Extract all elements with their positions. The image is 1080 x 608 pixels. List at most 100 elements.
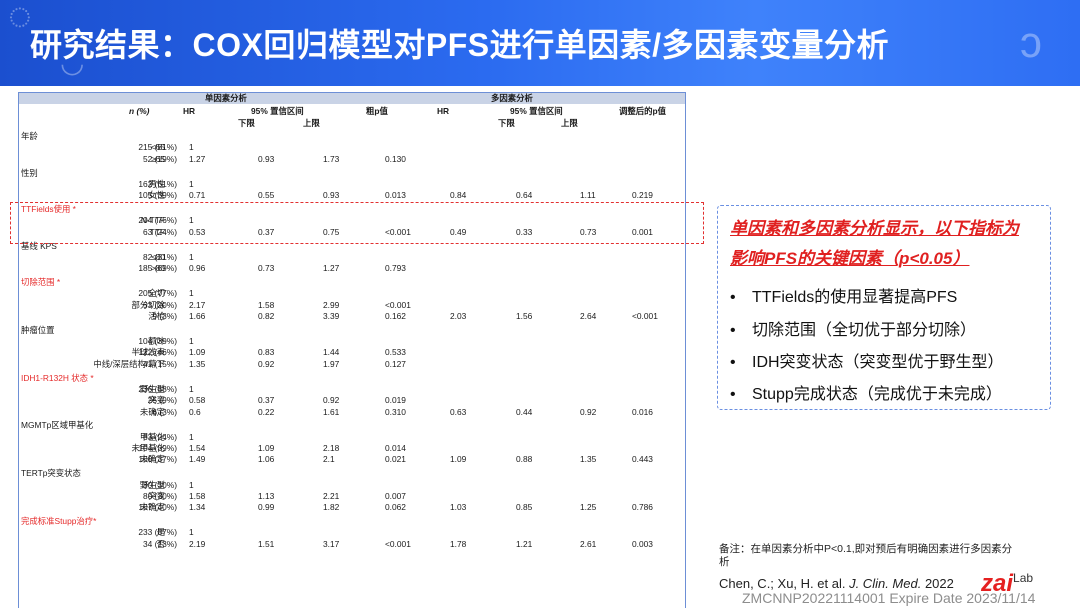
cell-up2: 1.25: [580, 502, 597, 513]
col-lower-header: 下限: [238, 118, 255, 128]
cell-lo1: 0.55: [258, 190, 275, 201]
cell-hr2: 1.09: [450, 454, 467, 465]
cell-p2: 0.219: [632, 190, 653, 201]
bullet-dot-icon: •: [730, 322, 736, 339]
ttfields-highlight-box: [10, 202, 704, 244]
cell-hr1: 1: [189, 479, 194, 490]
cell-n: 34 (13%): [143, 538, 177, 549]
cell-n: 105 (39%): [138, 190, 177, 201]
cell-n: 162 (61%): [138, 178, 177, 189]
col-hr-header: HR: [183, 106, 196, 116]
cell-up1: 1.44: [323, 347, 340, 358]
cell-p1: 0.021: [385, 454, 406, 465]
cell-lo2: 1.56: [516, 310, 533, 321]
table-row: 野生型 80 (30%) 1: [19, 480, 685, 491]
cell-hr1: 2.19: [189, 538, 206, 549]
cell-p1: 0.019: [385, 395, 406, 406]
section-row: TERTp突变状态: [19, 468, 685, 479]
cell-n: 63 (24%): [143, 431, 177, 442]
watermark: ZMCNNP20221114001 Expire Date 2023/11/14: [742, 590, 1036, 606]
cell-hr1: 1.54: [189, 443, 206, 453]
col-p-raw-header: 粗p值: [366, 106, 388, 116]
section-title: TERTp突变状态: [21, 468, 81, 479]
cell-up1: 1.27: [323, 263, 340, 274]
citation: Chen, C.; Xu, H. et al. J. Clin. Med. 20…: [719, 576, 954, 591]
cell-up2: 2.64: [580, 310, 597, 321]
cell-n: 233 (87%): [138, 527, 177, 538]
cell-p1: <0.001: [385, 299, 411, 310]
cell-p1: 0.014: [385, 443, 406, 453]
cell-p1: <0.001: [385, 538, 411, 549]
cell-p1: 0.533: [385, 347, 406, 358]
col-hr2-header: HR: [437, 106, 450, 116]
section-row: 切除范围 *: [19, 277, 685, 288]
callout-heading-line1: 单因素和多因素分析显示，以下指标为: [730, 219, 1019, 238]
cell-n: 215 (81%): [138, 142, 177, 153]
cell-p1: 0.007: [385, 490, 406, 501]
cell-up1: 1.73: [323, 153, 340, 164]
bullet-dot-icon: •: [730, 289, 736, 306]
cell-up1: 3.39: [323, 310, 340, 321]
cell-lo1: 0.37: [258, 395, 275, 406]
cell-hr1: 0.6: [189, 406, 201, 417]
cell-p1: 0.127: [385, 358, 406, 369]
cell-lo1: 1.09: [258, 443, 275, 453]
cell-hr1: 1: [189, 527, 194, 538]
section-row: IDH1-R132H 状态 *: [19, 373, 685, 384]
table-row: 突变 80 (30%) 1.58 1.13 2.21 0.007: [19, 491, 685, 502]
cell-lo1: 1.58: [258, 299, 275, 310]
cell-hr1: 1: [189, 383, 194, 394]
table-row: 甲基化 63 (24%) 1: [19, 432, 685, 443]
group-univariate-label: 单因素分析: [205, 93, 247, 103]
table-row: ≤80 82 (31%) 1: [19, 252, 685, 263]
bullet-dot-icon: •: [730, 354, 736, 371]
cox-regression-table: 单因素分析 多因素分析 n (%) HR 95% 置信区间 粗p值 HR 95%…: [18, 92, 686, 608]
cell-n: 104 (39%): [138, 336, 177, 347]
bullet-text: IDH突变状态（突变型优于野生型）: [752, 354, 1004, 371]
cell-hr1: 1.66: [189, 310, 206, 321]
table-row: <65 215 (81%) 1: [19, 142, 685, 153]
cell-up1: 1.97: [323, 358, 340, 369]
cell-up2: 1.35: [580, 454, 597, 465]
section-row: 完成标准Stupp治疗*: [19, 516, 685, 527]
cell-n: 6 (3%): [152, 406, 177, 417]
table-row: 突变 25 (9%) 0.58 0.37 0.92 0.019: [19, 395, 685, 406]
cell-hr2: 0.84: [450, 190, 467, 201]
section-row: 性别: [19, 168, 685, 179]
bullet-dot-icon: •: [730, 386, 736, 403]
table-row: 男性 162 (61%) 1: [19, 179, 685, 190]
section-row: MGMTp区域甲基化: [19, 420, 685, 431]
cell-hr2: 0.63: [450, 406, 467, 417]
col-lower2-header: 下限: [498, 118, 515, 128]
cell-lo2: 0.64: [516, 190, 533, 201]
table-row: 女性 105 (39%) 0.71 0.55 0.93 0.013 0.84 0.64 1.11…: [19, 190, 685, 201]
cell-lo2: 0.88: [516, 454, 533, 465]
cell-n: 80 (30%): [143, 479, 177, 490]
cell-up2: 1.11: [580, 190, 596, 201]
table-row: ≥65 52 (19%) 1.27 0.93 1.73 0.130: [19, 154, 685, 165]
cell-n: 82 (31%): [143, 251, 177, 262]
cell-n: 185 (69%): [138, 263, 177, 274]
cell-n: 205 (77%): [138, 288, 177, 299]
bullet-text: Stupp完成状态（完成优于未完成）: [752, 386, 1002, 403]
cell-up1: 2.21: [323, 490, 340, 501]
cell-lo2: 0.44: [516, 406, 533, 417]
col-ci-header: 95% 置信区间: [251, 106, 304, 116]
cell-hr2: 1.78: [450, 538, 467, 549]
col-n-header: n (%): [129, 106, 150, 116]
table-header-row-1: n (%) HR 95% 置信区间 粗p值 HR 95% 置信区间 调整后的p值: [19, 106, 685, 117]
col-p-adj-header: 调整后的p值: [619, 106, 666, 116]
cell-p2: 0.003: [632, 538, 653, 549]
cell-lo1: 0.99: [258, 502, 275, 513]
cell-n: 52 (19%): [143, 153, 177, 164]
cell-hr2: 2.03: [450, 310, 467, 321]
cell-p2: <0.001: [632, 310, 658, 321]
cell-lo1: 0.82: [258, 310, 275, 321]
cell-n: 9 (3%): [152, 310, 177, 321]
bullet-text: 切除范围（全切优于部分切除）: [752, 322, 977, 339]
cell-hr1: 1: [189, 251, 194, 262]
cell-lo1: 0.92: [258, 358, 275, 369]
citation-journal: J. Clin. Med.: [849, 576, 922, 591]
header-banner: ◌ ◡ ↄ 研究结果：COX回归模型对PFS进行单因素/多因素变量分析: [0, 0, 1080, 86]
cell-hr1: 1.49: [189, 454, 206, 465]
